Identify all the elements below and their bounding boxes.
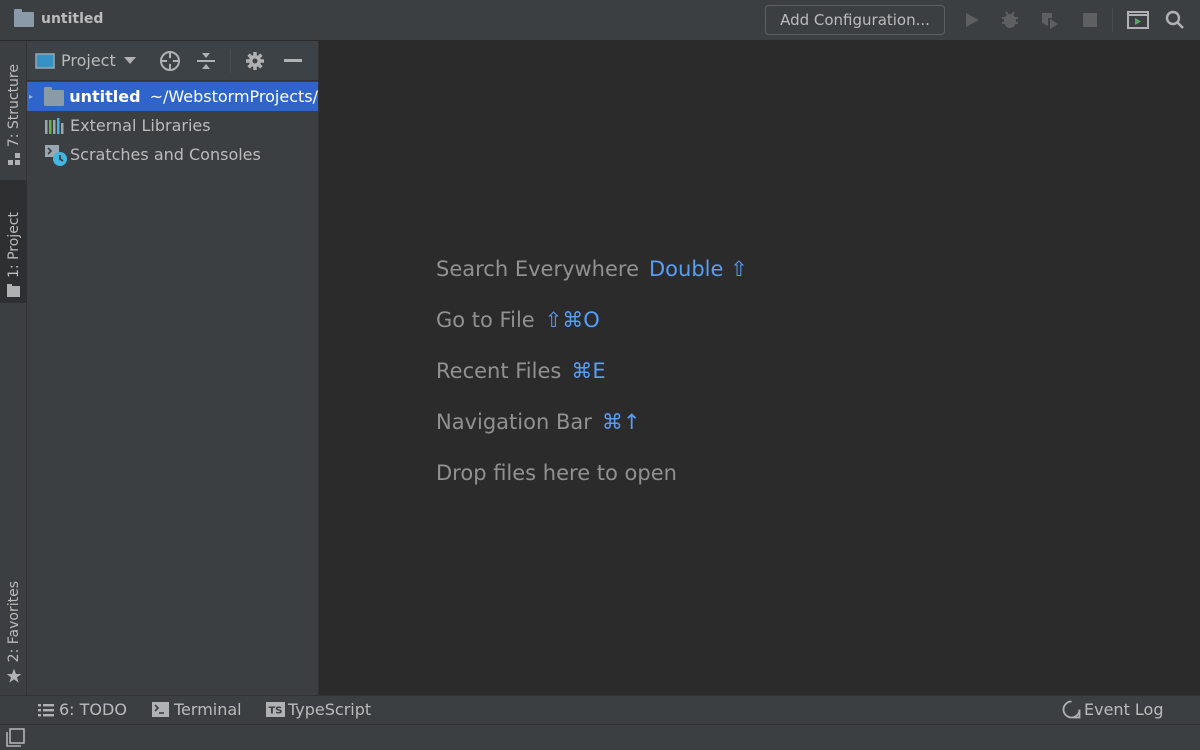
tree-item-path: ~/WebstormProjects/ [149,87,318,106]
folder-icon [7,284,20,297]
typescript-icon: TS [266,702,285,717]
toolbar-separator [1112,8,1113,32]
todo-list-icon [38,703,54,716]
debug-icon[interactable] [1000,10,1020,30]
folder-icon [43,87,65,106]
tree-item-external-libraries[interactable]: External Libraries [27,111,318,140]
hint-label: Recent Files [436,359,562,383]
event-log-label: Event Log [1084,700,1164,719]
add-configuration-button[interactable]: Add Configuration... [765,5,945,35]
bottom-tool-bar: 6: TODO Terminal TS TypeScript Event Log [0,695,1200,724]
hint-shortcut: Double ⇧ [649,257,748,281]
hint-go-to-file: Go to File ⇧⌘O [436,308,748,359]
tab-favorites[interactable]: 2: Favorites [0,563,27,688]
tab-structure-label: 7: Structure [5,63,22,147]
editor-empty-hints: Search Everywhere Double ⇧ Go to File ⇧⌘O … [436,257,748,512]
tab-terminal-label: Terminal [174,700,242,719]
expand-arrow-icon[interactable]: ▸ [27,92,42,101]
project-name: untitled [41,11,104,27]
hint-navigation-bar: Navigation Bar ⌘↑ [436,410,748,461]
project-structure-icon[interactable] [1127,10,1149,30]
title-bar: untitled Add Configuration... [0,0,1200,41]
tab-typescript[interactable]: TS TypeScript [266,700,371,719]
minimize-icon[interactable] [281,49,305,73]
status-bar [0,724,1200,750]
project-view-icon [35,52,55,69]
tab-typescript-label: TypeScript [288,700,372,719]
event-log-icon [1062,700,1081,719]
hint-label: Go to File [436,308,535,332]
coverage-icon[interactable] [1040,10,1060,30]
locate-icon[interactable] [158,49,182,73]
run-icon[interactable] [962,10,982,30]
hint-shortcut: ⌘↑ [601,410,641,434]
editor-area[interactable]: Search Everywhere Double ⇧ Go to File ⇧⌘O … [320,41,1200,695]
hint-shortcut: ⇧⌘O [544,308,600,332]
tab-todo-label: 6: TODO [59,700,127,719]
hint-drop-files: Drop files here to open [436,461,748,512]
toggle-tool-windows-icon[interactable] [6,728,25,747]
hint-label: Search Everywhere [436,257,639,281]
tab-project-label: 1: Project [5,212,22,278]
left-tool-stripe: 7: Structure 1: Project 2: Favorites [0,41,27,695]
collapse-all-icon[interactable] [194,49,218,73]
hint-label: Navigation Bar [436,410,592,434]
svg-text:TS: TS [268,706,282,717]
search-icon[interactable] [1165,10,1185,30]
tab-terminal[interactable]: Terminal [152,700,242,719]
gear-icon[interactable] [243,49,267,73]
scratches-icon [45,144,67,166]
tab-favorites-label: 2: Favorites [5,580,22,662]
project-tree: ▸ untitled ~/WebstormProjects/ External … [27,81,318,169]
hint-shortcut: ⌘E [571,359,606,383]
libraries-icon [45,117,64,134]
header-separator [229,48,231,73]
event-log-button[interactable]: Event Log [1062,700,1164,719]
project-view-selector[interactable]: Project [61,51,116,70]
project-title: untitled [14,8,104,27]
project-panel: Project ▸ untitled ~/WebstormProjects/ E… [27,41,319,695]
tree-item-label: Scratches and Consoles [70,145,261,164]
tab-structure[interactable]: 7: Structure [0,43,27,171]
tab-todo[interactable]: 6: TODO [38,700,127,719]
folder-icon [14,8,34,27]
tree-item-label: External Libraries [70,116,211,135]
tree-item-label: untitled [69,87,141,106]
hint-search-everywhere: Search Everywhere Double ⇧ [436,257,748,308]
tree-item-untitled[interactable]: ▸ untitled ~/WebstormProjects/ [27,82,318,111]
tree-item-scratches[interactable]: Scratches and Consoles [27,140,318,169]
star-icon [6,668,21,683]
stop-icon[interactable] [1080,10,1100,30]
hint-label: Drop files here to open [436,461,677,485]
dropdown-icon[interactable] [123,56,136,65]
structure-icon [7,153,20,165]
tab-project[interactable]: 1: Project [0,180,27,303]
hint-recent-files: Recent Files ⌘E [436,359,748,410]
project-panel-header: Project [27,41,318,81]
terminal-icon [152,702,169,717]
